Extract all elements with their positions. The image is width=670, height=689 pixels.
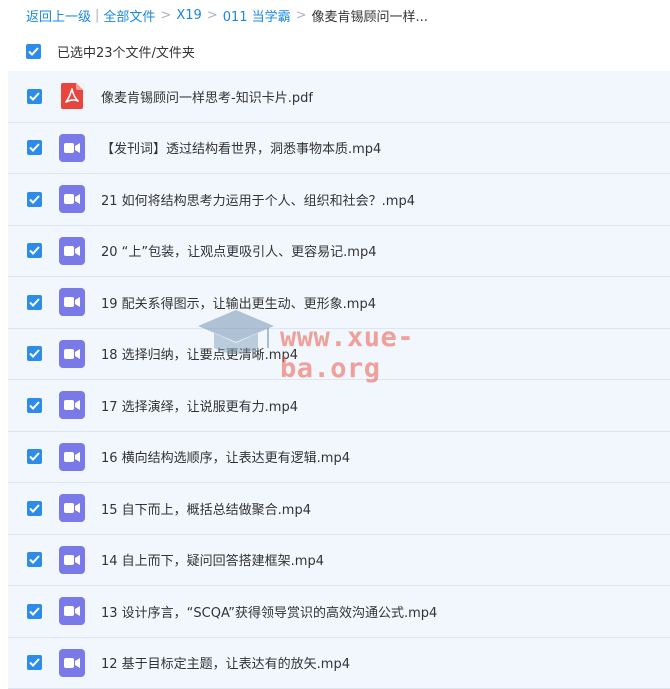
file-checkbox[interactable] xyxy=(27,398,42,413)
breadcrumb-separator: > xyxy=(296,8,307,23)
file-name[interactable]: 像麦肯锡顾问一样思考-知识卡片.pdf xyxy=(101,87,313,106)
check-icon xyxy=(29,349,40,358)
file-type-icon xyxy=(59,597,85,625)
file-checkbox[interactable] xyxy=(27,192,42,207)
file-type-icon xyxy=(59,288,85,316)
video-file-icon xyxy=(64,399,80,411)
file-name[interactable]: 21 如何将结构思考力运用于个人、组织和社会？.mp4 xyxy=(101,190,415,209)
select-all-checkbox[interactable] xyxy=(26,44,41,59)
file-row[interactable]: 15 自下而上，概括总结做聚合.mp4 xyxy=(8,483,670,535)
file-type-icon xyxy=(59,237,85,265)
select-all-bar: 已选中23个文件/文件夹 xyxy=(0,32,670,70)
file-checkbox[interactable] xyxy=(27,89,42,104)
video-file-icon xyxy=(64,296,80,308)
file-row[interactable]: 17 选择演绎，让说服更有力.mp4 xyxy=(8,380,670,432)
file-row[interactable]: 像麦肯锡顾问一样思考-知识卡片.pdf xyxy=(8,71,670,123)
file-type-icon xyxy=(59,340,85,368)
file-name[interactable]: 17 选择演绎，让说服更有力.mp4 xyxy=(101,396,298,415)
back-link[interactable]: 返回上一级 xyxy=(26,6,91,25)
file-type-icon xyxy=(59,134,85,162)
breadcrumb-x19-link[interactable]: X19 xyxy=(176,8,201,23)
video-file-icon xyxy=(64,348,80,360)
file-type-icon xyxy=(59,494,85,522)
file-checkbox[interactable] xyxy=(27,655,42,670)
file-name[interactable]: 14 自上而下，疑问回答搭建框架.mp4 xyxy=(101,550,324,569)
check-icon xyxy=(29,246,40,255)
file-checkbox[interactable] xyxy=(27,346,42,361)
pdf-file-icon xyxy=(61,83,83,109)
check-icon xyxy=(29,298,40,307)
file-row[interactable]: 18 选择归纳，让要点更清晰.mp4 xyxy=(8,329,670,381)
file-name[interactable]: 20 “上”包装，让观点更吸引人、更容易记.mp4 xyxy=(101,241,376,260)
check-icon xyxy=(29,504,40,513)
file-checkbox[interactable] xyxy=(27,604,42,619)
file-type-icon xyxy=(59,185,85,213)
file-row[interactable]: 16 横向结构选顺序，让表达更有逻辑.mp4 xyxy=(8,432,670,484)
check-icon xyxy=(29,607,40,616)
file-checkbox[interactable] xyxy=(27,243,42,258)
file-row[interactable]: 12 基于目标定主题，让表达有的放矢.mp4 xyxy=(8,638,670,689)
file-list: 像麦肯锡顾问一样思考-知识卡片.pdf 【发刊词】透过结构看世界，洞悉事物本质.m… xyxy=(8,71,670,689)
video-file-icon xyxy=(64,193,80,205)
file-type-icon xyxy=(59,82,85,110)
video-file-icon xyxy=(64,554,80,566)
file-checkbox[interactable] xyxy=(27,140,42,155)
breadcrumb-current: 像麦肯锡顾问一样... xyxy=(312,6,428,25)
breadcrumb-separator: > xyxy=(160,8,171,23)
file-name[interactable]: 13 设计序言，“SCQA”获得领导赏识的高效沟通公式.mp4 xyxy=(101,602,437,621)
check-icon xyxy=(29,452,40,461)
file-name[interactable]: 【发刊词】透过结构看世界，洞悉事物本质.mp4 xyxy=(101,138,381,157)
file-checkbox[interactable] xyxy=(27,295,42,310)
file-checkbox[interactable] xyxy=(27,552,42,567)
breadcrumb: 返回上一级 | 全部文件 > X19 > 011 当学霸 > 像麦肯锡顾问一样.… xyxy=(0,0,670,30)
breadcrumb-divider: | xyxy=(95,8,99,23)
file-type-icon xyxy=(59,391,85,419)
check-icon xyxy=(29,195,40,204)
file-row[interactable]: 13 设计序言，“SCQA”获得领导赏识的高效沟通公式.mp4 xyxy=(8,586,670,638)
file-type-icon xyxy=(59,443,85,471)
file-name[interactable]: 18 选择归纳，让要点更清晰.mp4 xyxy=(101,344,298,363)
video-file-icon xyxy=(64,605,80,617)
check-icon xyxy=(29,401,40,410)
video-file-icon xyxy=(64,451,80,463)
video-file-icon xyxy=(64,502,80,514)
breadcrumb-folder-link[interactable]: 011 当学霸 xyxy=(223,6,291,25)
file-checkbox[interactable] xyxy=(27,501,42,516)
video-file-icon xyxy=(64,657,80,669)
check-icon xyxy=(29,555,40,564)
file-row[interactable]: 20 “上”包装，让观点更吸引人、更容易记.mp4 xyxy=(8,226,670,278)
file-type-icon xyxy=(59,649,85,677)
selection-count-label: 已选中23个文件/文件夹 xyxy=(57,42,195,61)
all-files-link[interactable]: 全部文件 xyxy=(103,6,155,25)
file-name[interactable]: 15 自下而上，概括总结做聚合.mp4 xyxy=(101,499,311,518)
file-name[interactable]: 12 基于目标定主题，让表达有的放矢.mp4 xyxy=(101,653,350,672)
file-name[interactable]: 19 配关系得图示，让输出更生动、更形象.mp4 xyxy=(101,293,376,312)
file-row[interactable]: 【发刊词】透过结构看世界，洞悉事物本质.mp4 xyxy=(8,123,670,175)
check-icon xyxy=(29,92,40,101)
breadcrumb-separator: > xyxy=(207,8,218,23)
file-name[interactable]: 16 横向结构选顺序，让表达更有逻辑.mp4 xyxy=(101,447,350,466)
file-row[interactable]: 21 如何将结构思考力运用于个人、组织和社会？.mp4 xyxy=(8,174,670,226)
file-type-icon xyxy=(59,546,85,574)
video-file-icon xyxy=(64,142,80,154)
check-icon xyxy=(28,47,39,56)
check-icon xyxy=(29,658,40,667)
file-row[interactable]: 19 配关系得图示，让输出更生动、更形象.mp4 xyxy=(8,277,670,329)
check-icon xyxy=(29,143,40,152)
file-checkbox[interactable] xyxy=(27,449,42,464)
file-row[interactable]: 14 自上而下，疑问回答搭建框架.mp4 xyxy=(8,535,670,587)
video-file-icon xyxy=(64,245,80,257)
